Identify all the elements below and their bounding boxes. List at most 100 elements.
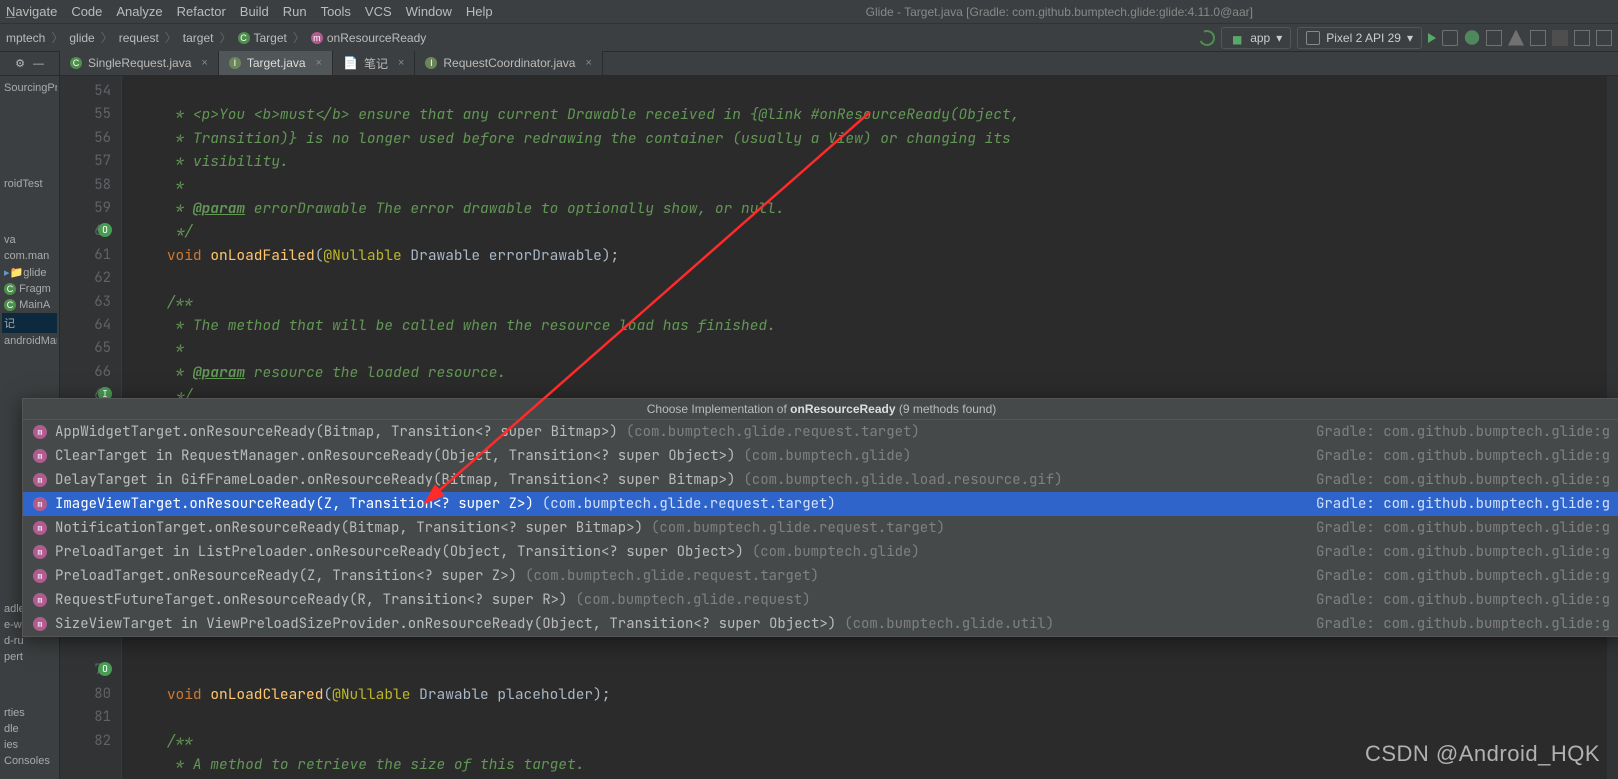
popup-item-pkg: (com.bumptech.glide.request.target) <box>626 420 920 444</box>
line-number: 55 <box>64 103 111 126</box>
sync-icon[interactable] <box>1197 27 1218 48</box>
tree-item[interactable]: SourcingPro <box>2 80 57 96</box>
run-config-selector[interactable]: app▾ <box>1221 27 1291 49</box>
menu-navigate[interactable]: NNavigateavigate <box>6 4 57 19</box>
close-icon[interactable]: × <box>201 57 207 69</box>
watermark: CSDN @Android_HQK <box>1365 741 1600 767</box>
popup-item-pkg: (com.bumptech.glide.request.target) <box>651 516 945 540</box>
code-line: /** <box>132 293 193 312</box>
code-line: */ <box>132 222 193 241</box>
device-selector[interactable]: Pixel 2 API 29▾ <box>1297 27 1422 49</box>
popup-item-pkg: (com.bumptech.glide.request) <box>575 588 810 612</box>
popup-item[interactable]: mImageViewTarget.onResourceReady(Z, Tran… <box>23 492 1618 516</box>
popup-item[interactable]: mAppWidgetTarget.onResourceReady(Bitmap,… <box>23 420 1618 444</box>
popup-item-pkg: (com.bumptech.glide.util) <box>844 612 1054 636</box>
sdk-icon[interactable] <box>1596 30 1612 46</box>
phone-icon <box>1306 31 1320 45</box>
popup-item[interactable]: mDelayTarget in GifFrameLoader.onResourc… <box>23 468 1618 492</box>
crumb-class[interactable]: CTarget <box>238 31 287 45</box>
popup-item[interactable]: mNotificationTarget.onResourceReady(Bitm… <box>23 516 1618 540</box>
line-number: 64 <box>64 314 111 337</box>
menu-tools[interactable]: Tools <box>321 4 351 19</box>
method-icon: m <box>33 545 47 559</box>
popup-item-pkg: (com.bumptech.glide) <box>752 540 920 564</box>
line-number: 56 <box>64 127 111 150</box>
coverage-icon[interactable] <box>1486 30 1502 46</box>
choose-implementation-popup: Choose Implementation of onResourceReady… <box>22 398 1618 637</box>
line-number: 59 <box>64 197 111 220</box>
line-number: 80 <box>64 683 111 706</box>
line-number: 61 <box>64 244 111 267</box>
tab-notes[interactable]: 📄笔记× <box>333 51 415 75</box>
popup-item[interactable]: mClearTarget in RequestManager.onResourc… <box>23 444 1618 468</box>
crumb[interactable]: target <box>183 31 214 45</box>
gear-icon[interactable]: ⚙ <box>15 57 25 70</box>
tree-item[interactable]: dle <box>2 721 57 737</box>
tree-item[interactable]: C MainA <box>2 297 57 313</box>
menu-build[interactable]: Build <box>240 4 269 19</box>
method-icon: m <box>33 449 47 463</box>
tree-item[interactable]: rties <box>2 705 57 721</box>
tree-item-selected[interactable]: 记 <box>2 313 57 333</box>
popup-title: Choose Implementation of onResourceReady… <box>23 399 1618 420</box>
menu-help[interactable]: Help <box>466 4 493 19</box>
attach-debugger-icon[interactable] <box>1530 30 1546 46</box>
crumb[interactable]: request <box>119 31 159 45</box>
tree-item[interactable]: com.man <box>2 248 57 264</box>
code-line: * Transition)} is no longer used before … <box>132 129 1011 148</box>
crumb[interactable]: mptech <box>6 31 45 45</box>
tree-item[interactable]: androidMan <box>2 333 57 349</box>
breadcrumbs[interactable]: mptech〉 glide〉 request〉 target〉 CTarget〉… <box>6 29 426 46</box>
apply-changes-icon[interactable] <box>1442 30 1458 46</box>
popup-item-pkg: (com.bumptech.glide.request.target) <box>525 564 819 588</box>
popup-list[interactable]: mAppWidgetTarget.onResourceReady(Bitmap,… <box>23 420 1618 636</box>
popup-item-sig: PreloadTarget.onResourceReady(Z, Transit… <box>55 564 517 588</box>
code-line: * The method that will be called when th… <box>132 316 776 335</box>
close-icon[interactable]: × <box>316 57 322 69</box>
tree-item[interactable]: ies <box>2 737 57 753</box>
chevron-right-icon: 〉 <box>293 29 305 46</box>
menu-refactor[interactable]: Refactor <box>177 4 226 19</box>
run-button[interactable] <box>1428 33 1436 43</box>
popup-item[interactable]: m PreloadTarget in ListPreloader.onResour… <box>23 540 1618 564</box>
tree-item[interactable]: ▸📁glide <box>2 264 57 281</box>
profiler-icon[interactable] <box>1508 30 1524 46</box>
tree-item[interactable]: Consoles <box>2 753 57 769</box>
tab-target[interactable]: ITarget.java× <box>219 51 333 75</box>
popup-item[interactable]: mPreloadTarget.onResourceReady(Z, Transi… <box>23 564 1618 588</box>
menu-code[interactable]: Code <box>71 4 102 19</box>
debug-icon[interactable] <box>1464 30 1480 46</box>
close-icon[interactable]: × <box>585 57 591 69</box>
tab-singlerequest[interactable]: CSingleRequest.java× <box>60 51 219 75</box>
popup-item-src: Gradle: com.github.bumptech.glide:g <box>1292 588 1610 612</box>
tree-item[interactable]: pert <box>2 649 57 665</box>
tree-item[interactable]: roidTest <box>2 176 57 192</box>
tab-requestcoordinator[interactable]: IRequestCoordinator.java× <box>415 51 603 75</box>
menu-window[interactable]: Window <box>406 4 452 19</box>
tree-item[interactable]: va <box>2 232 57 248</box>
popup-item[interactable]: mRequestFutureTarget.onResourceReady(R, … <box>23 588 1618 612</box>
crumb[interactable]: glide <box>69 31 94 45</box>
menu-vcs[interactable]: VCS <box>365 4 392 19</box>
popup-item-pkg: (com.bumptech.glide.load.resource.gif) <box>743 468 1062 492</box>
popup-item-pkg: (com.bumptech.glide) <box>743 444 911 468</box>
menu-run[interactable]: Run <box>283 4 307 19</box>
popup-item[interactable]: mSizeViewTarget in ViewPreloadSizeProvid… <box>23 612 1618 636</box>
avd-icon[interactable] <box>1574 30 1590 46</box>
popup-item-sig: PreloadTarget in ListPreloader.onResourc… <box>55 540 744 564</box>
chevron-right-icon: 〉 <box>101 29 113 46</box>
chevron-down-icon: ▾ <box>1276 31 1282 45</box>
code-line: * @param resource the loaded resource. <box>132 363 506 382</box>
crumb-method[interactable]: monResourceReady <box>311 31 426 45</box>
collapse-icon[interactable]: — <box>33 58 44 70</box>
code-line: * <box>132 176 184 195</box>
stop-button[interactable] <box>1552 30 1568 46</box>
menu-analyze[interactable]: Analyze <box>116 4 162 19</box>
close-icon[interactable]: × <box>398 57 404 69</box>
editor-tabs: CSingleRequest.java× ITarget.java× 📄笔记× … <box>60 52 1618 76</box>
method-icon: m <box>33 497 47 511</box>
line-number: 66 <box>64 361 111 384</box>
tree-item[interactable]: C Fragm <box>2 281 57 297</box>
line-number: 54 <box>64 80 111 103</box>
line-number: 65 <box>64 337 111 360</box>
